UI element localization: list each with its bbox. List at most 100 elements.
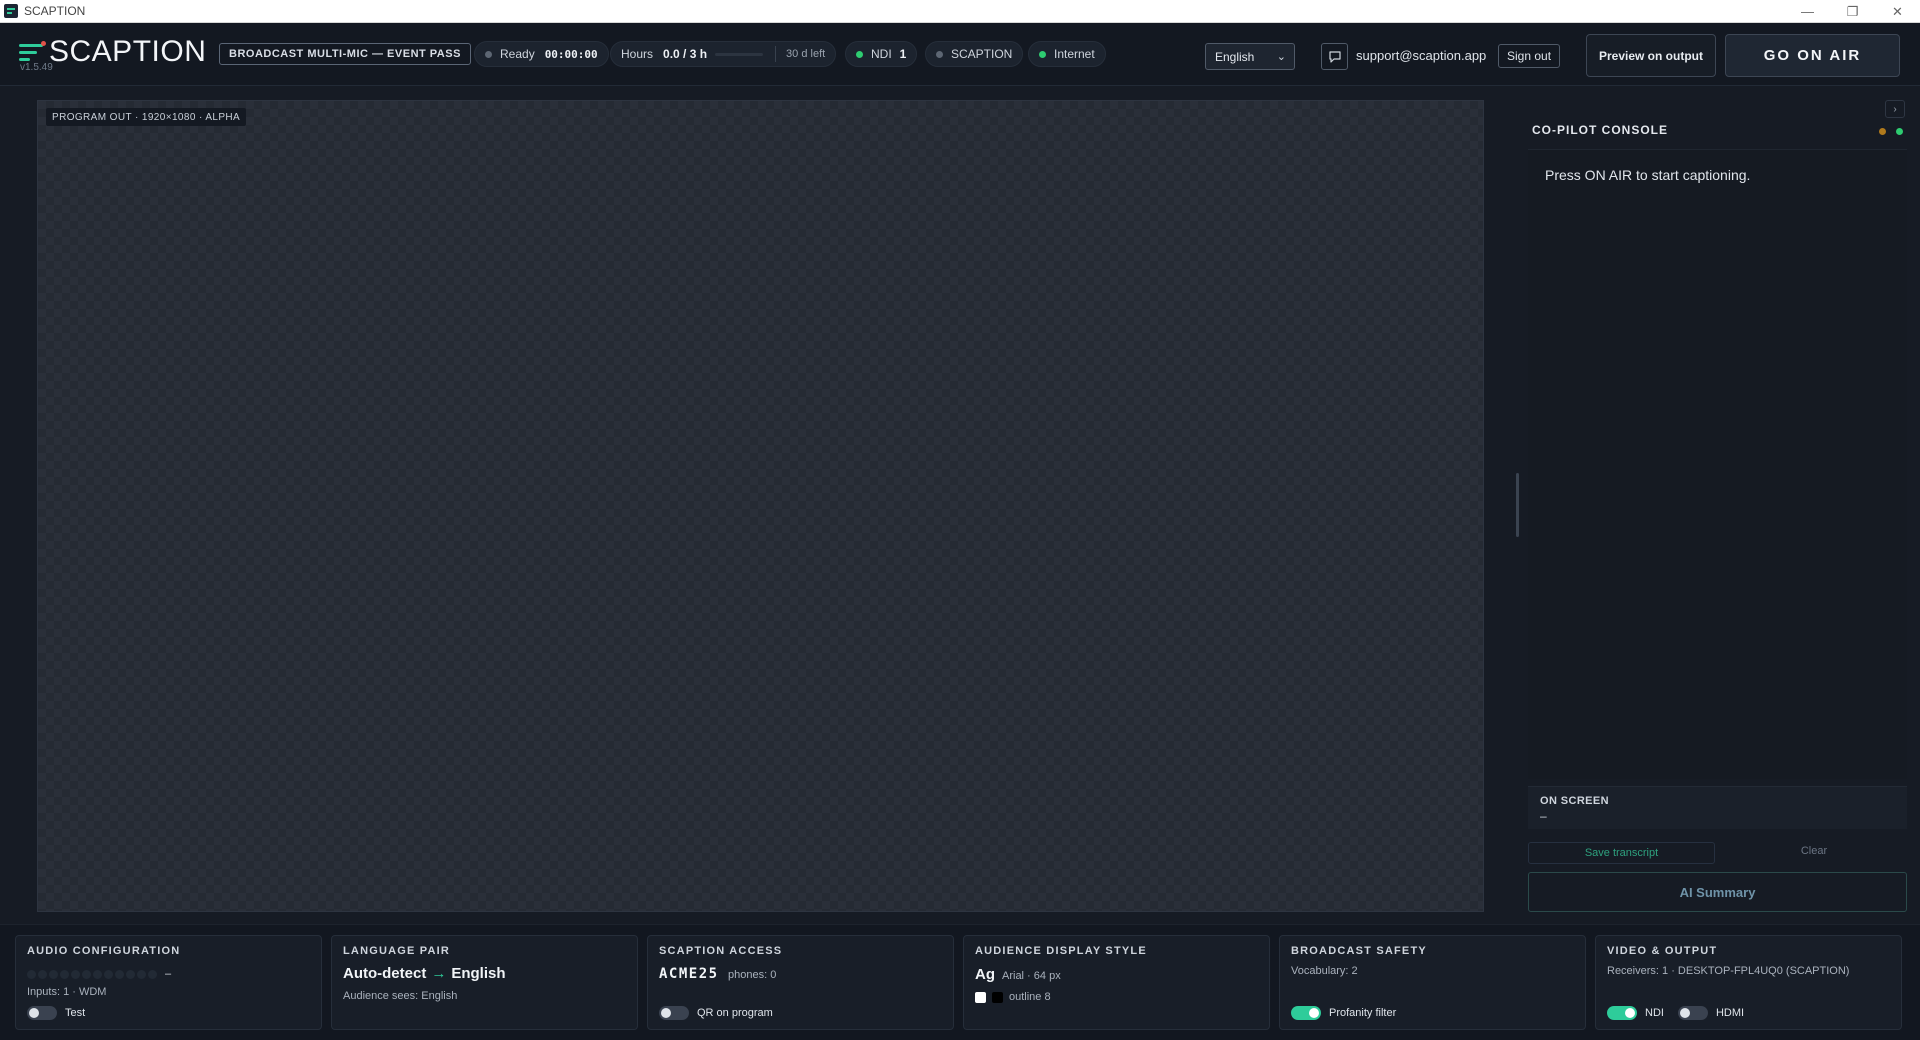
audience-language: Audience sees: English [343,990,458,1002]
test-toggle-label: Test [65,1007,86,1019]
arrow-right-icon: → [431,965,447,982]
audio-level-value: – [165,968,172,980]
collapse-panel-button[interactable]: › [1885,100,1905,118]
hours-value: 0.0 / 3 h [663,47,708,61]
card-title: AUDIENCE DISPLAY STYLE [975,945,1147,957]
outline-color-swatch[interactable] [992,991,1003,1003]
chat-icon [1328,50,1341,63]
copilot-message: Press ON AIR to start captioning. [1545,167,1751,183]
program-output-preview: PROGRAM OUT · 1920×1080 · ALPHA [37,100,1484,912]
logo-text: SCAPTION [49,35,207,68]
status-label: Ready [500,47,535,61]
window-title-bar: SCAPTION — ❐ ✕ [0,0,1920,23]
vocabulary-count: Vocabulary: 2 [1291,965,1358,977]
app-icon [4,4,18,18]
status-dot-icon [485,50,492,58]
qr-on-program-toggle[interactable] [659,1006,689,1020]
on-screen-value: – [1540,809,1547,823]
hours-pill: Hours 0.0 / 3 h 30 d left [610,41,837,67]
ndi-pill: NDI 1 [845,41,918,67]
output-toggles: NDI HDMI [1607,1006,1744,1020]
video-output-card: VIDEO & OUTPUT Receivers: 1 · DESKTOP-FP… [1595,935,1902,1030]
audio-inputs: Inputs: 1 · WDM [27,986,107,998]
logo-mark-icon [19,41,46,63]
app-header: SCAPTION v1.5.49 BROADCAST MULTI-MIC — E… [0,23,1920,86]
audio-level-meter: – [27,968,171,980]
audience-display-style-card[interactable]: AUDIENCE DISPLAY STYLE Ag Arial · 64 px … [963,935,1270,1030]
copilot-status-dot-icon [1896,128,1903,135]
sign-out-button[interactable]: Sign out [1498,44,1561,68]
preview-on-output-button[interactable]: Preview on output [1586,34,1716,77]
font-description: Arial · 64 px [1002,970,1061,982]
plan-badge: BROADCAST MULTI-MIC — EVENT PASS [219,43,471,65]
internet-pill: Internet [1028,41,1106,67]
copilot-console-title: CO-PILOT CONSOLE [1532,123,1668,137]
chat-button[interactable] [1321,43,1348,70]
ndi-label: NDI [871,47,892,61]
divider [775,46,777,62]
session-timer: 00:00:00 [544,47,598,61]
card-title: VIDEO & OUTPUT [1607,945,1718,957]
copilot-transcript: Press ON AIR to start captioning. [1528,149,1907,779]
days-left: 30 d left [786,48,826,60]
internet-status-dot-icon [1039,50,1046,58]
profanity-toggle-row[interactable]: Profanity filter [1291,1006,1396,1020]
language-pair-card[interactable]: LANGUAGE PAIR Auto-detect → English Audien… [331,935,638,1030]
account-email: support@scaption.app [1356,48,1487,63]
on-screen-label: ON SCREEN [1540,795,1609,807]
hdmi-output-label: HDMI [1715,1007,1745,1019]
hours-progress [715,52,764,56]
outline-size: outline 8 [1009,991,1051,1003]
test-toggle[interactable] [27,1006,57,1020]
connected-phones: phones: 0 [728,969,777,981]
app-version: v1.5.49 [20,62,53,73]
clear-button[interactable]: Clear [1784,845,1844,857]
hours-label: Hours [621,47,654,61]
broadcast-safety-card: BROADCAST SAFETY Vocabulary: 2 Profanity… [1279,935,1586,1030]
ai-summary-button[interactable]: AI Summary [1528,872,1907,912]
profanity-filter-label: Profanity filter [1329,1007,1397,1019]
chevron-down-icon: ⌄ [1276,51,1286,63]
window-controls: — ❐ ✕ [1785,0,1920,23]
scaption-access-card: SCAPTION ACCESS ACME25 phones: 0 QR on p… [647,935,954,1030]
copilot-status-dot-icon [1879,128,1886,135]
ndi-status-dot-icon [856,50,863,58]
card-title: LANGUAGE PAIR [343,945,451,957]
color-swatches: outline 8 [975,991,1051,1003]
ndi-output-label: NDI [1645,1007,1664,1019]
card-title: AUDIO CONFIGURATION [27,945,181,957]
source-language: Auto-detect [343,965,427,982]
close-icon[interactable]: ✕ [1875,0,1920,23]
go-on-air-button[interactable]: GO ON AIR [1725,34,1900,77]
ndi-output-toggle[interactable] [1607,1006,1637,1020]
minimize-icon[interactable]: — [1785,0,1830,23]
internet-pill-label: Internet [1054,47,1095,61]
ndi-receivers: Receivers: 1 · DESKTOP-FPL4UQ0 (SCAPTION… [1607,965,1850,977]
scaption-status-dot-icon [936,50,943,58]
save-transcript-button[interactable]: Save transcript [1528,842,1715,864]
language-select-value: English [1215,49,1255,64]
target-language: English [451,965,506,982]
program-output-label: PROGRAM OUT · 1920×1080 · ALPHA [46,108,247,126]
font-sample: Ag [975,966,995,983]
status-pill: Ready 00:00:00 [474,41,609,67]
ndi-count: 1 [899,47,907,61]
access-code: ACME25 [659,966,719,982]
card-title: SCAPTION ACCESS [659,945,783,957]
restore-icon[interactable]: ❐ [1830,0,1875,23]
test-toggle-row[interactable]: Test [27,1006,85,1020]
language-pair: Auto-detect → English [343,965,506,982]
scaption-pill: SCAPTION [925,41,1024,67]
audio-configuration-card: AUDIO CONFIGURATION – Inputs: 1 · WDM Te… [15,935,322,1030]
text-color-swatch[interactable] [975,991,986,1003]
hdmi-output-toggle[interactable] [1677,1006,1708,1020]
panel-resize-handle[interactable] [1516,473,1519,537]
on-screen-caption: ON SCREEN – [1528,786,1907,829]
qr-toggle-row[interactable]: QR on program [659,1006,773,1020]
language-select[interactable]: English ⌄ [1205,43,1295,70]
scaption-pill-label: SCAPTION [951,47,1013,61]
profanity-filter-toggle[interactable] [1291,1006,1321,1020]
card-title: BROADCAST SAFETY [1291,945,1427,957]
qr-toggle-label: QR on program [697,1007,773,1019]
window-title: SCAPTION [24,4,86,18]
